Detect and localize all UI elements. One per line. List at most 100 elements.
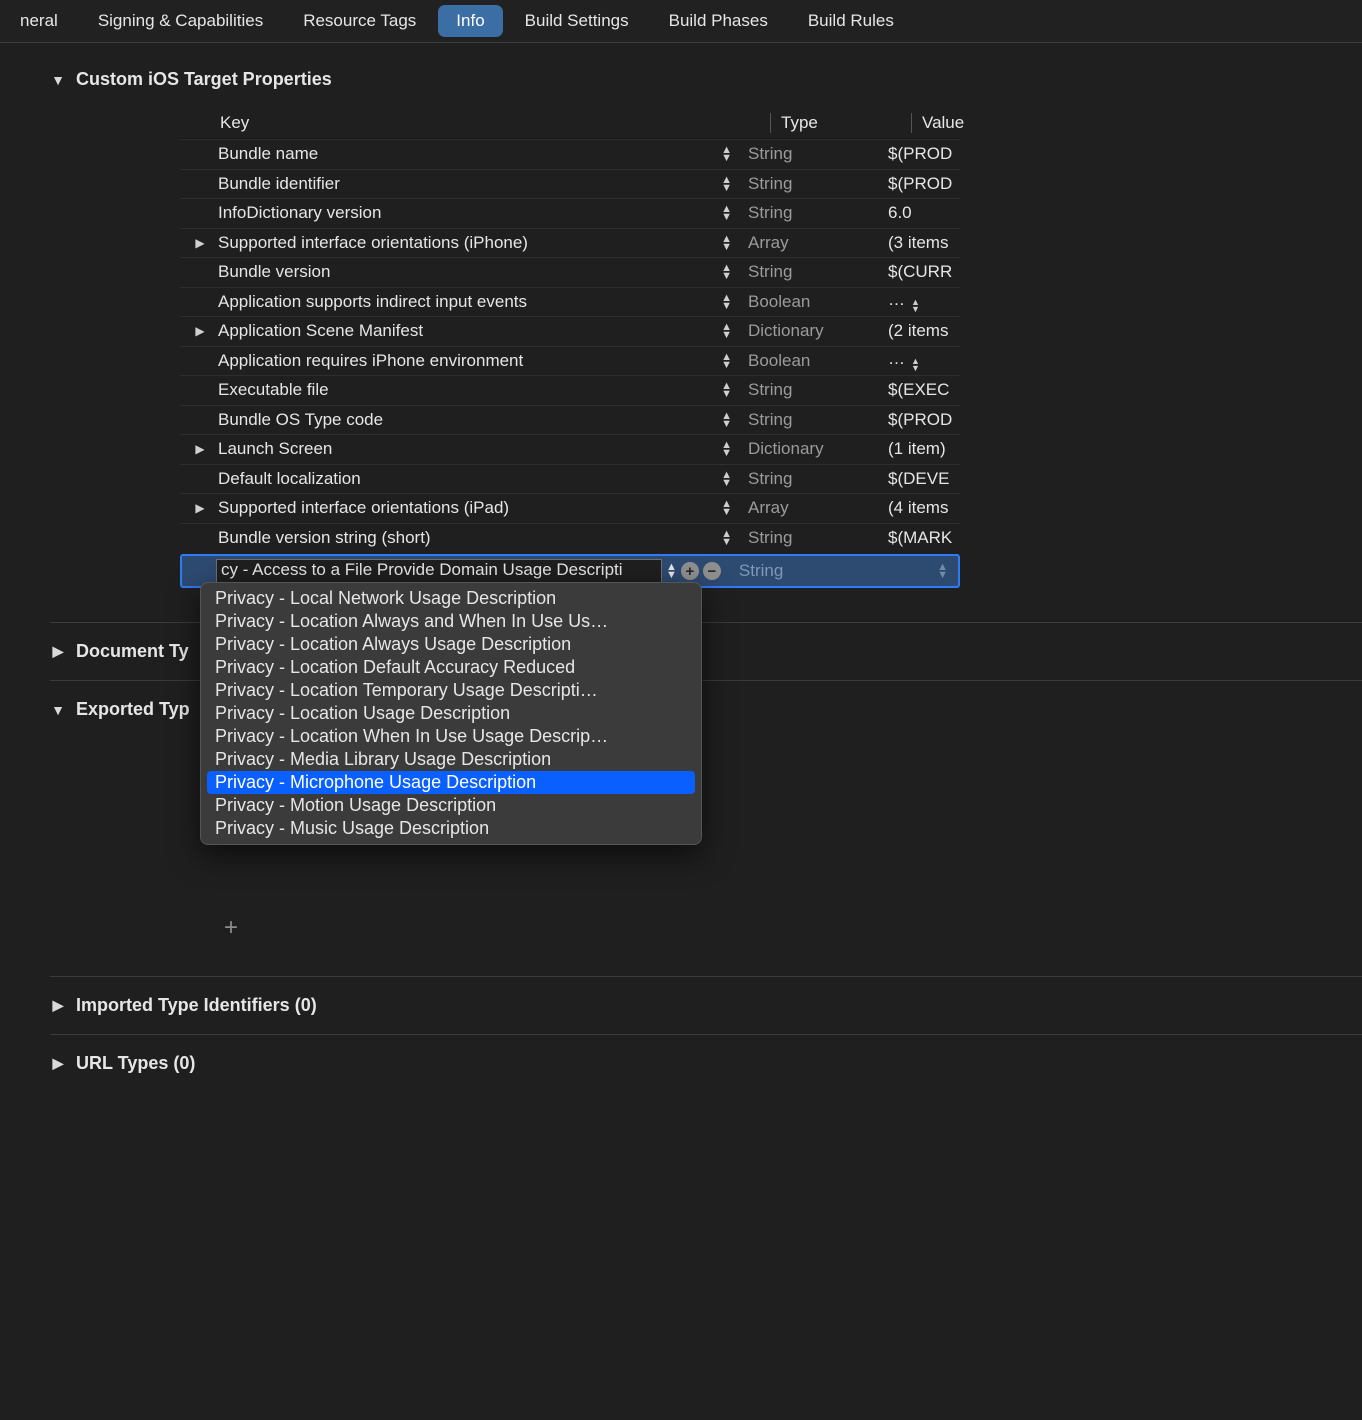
dropdown-item[interactable]: Privacy - Motion Usage Description [201, 794, 701, 817]
type-label: String [738, 469, 878, 489]
dropdown-item[interactable]: Privacy - Media Library Usage Descriptio… [201, 748, 701, 771]
chevron-right-icon: ▶ [50, 997, 66, 1014]
plist-row[interactable]: Bundle identifier ▲▼ String$(PROD [180, 169, 960, 199]
tab-signing-capabilities[interactable]: Signing & Capabilities [80, 5, 281, 37]
type-label: Array [738, 233, 878, 253]
key-label: Supported interface orientations (iPad) [218, 498, 509, 518]
plist-row[interactable]: ▶ Supported interface orientations (iPhon… [180, 228, 960, 258]
dropdown-item[interactable]: Privacy - Location When In Use Usage Des… [201, 725, 701, 748]
add-row-icon[interactable]: + [681, 562, 699, 580]
key-stepper-icon[interactable]: ▲▼ [721, 441, 732, 457]
key-stepper-icon[interactable]: ▲▼ [721, 530, 732, 546]
type-label: String [738, 380, 878, 400]
dropdown-item[interactable]: Privacy - Location Usage Description [201, 702, 701, 725]
chevron-right-icon[interactable]: ▶ [188, 324, 212, 338]
key-stepper-icon[interactable]: ▲▼ [721, 146, 732, 162]
key-stepper-icon[interactable]: ▲▼ [721, 205, 732, 221]
key-stepper-icon[interactable]: ▲▼ [721, 294, 732, 310]
value-label: $(PROD [878, 410, 960, 430]
plist-row[interactable]: Bundle version string (short) ▲▼ String$(M… [180, 523, 960, 553]
plist-row[interactable]: Bundle OS Type code ▲▼ String$(PROD [180, 405, 960, 435]
key-label: Bundle version [218, 262, 330, 282]
column-type[interactable]: Type [770, 113, 911, 133]
plist-row[interactable]: InfoDictionary version▲▼String6.0 [180, 198, 960, 228]
plist-row[interactable]: Bundle version▲▼String$(CURR [180, 257, 960, 287]
key-label: Bundle OS Type code [218, 410, 383, 430]
plist-row[interactable]: ▶Launch Screen▲▼Dictionary(1 item) [180, 434, 960, 464]
section-label: Document Ty [76, 641, 189, 662]
chevron-right-icon[interactable]: ▶ [188, 442, 212, 456]
value-label: …▲▼ [878, 349, 960, 372]
type-label: String [738, 410, 878, 430]
key-stepper-icon[interactable]: ▲▼ [666, 563, 677, 579]
plist-row[interactable]: Bundle name▲▼String$(PROD [180, 139, 960, 169]
key-stepper-icon[interactable]: ▲▼ [721, 353, 732, 369]
column-key[interactable]: Key [180, 113, 770, 133]
dropdown-item[interactable]: Privacy - Location Temporary Usage Descr… [201, 679, 701, 702]
key-label: Launch Screen [218, 439, 332, 459]
key-stepper-icon[interactable]: ▲▼ [721, 264, 732, 280]
tab-general[interactable]: neral [2, 5, 76, 37]
chevron-right-icon[interactable]: ▶ [188, 501, 212, 515]
plist-row[interactable]: Default localization ▲▼ String$(DEVE [180, 464, 960, 494]
value-label: $(MARK [878, 528, 960, 548]
dropdown-item[interactable]: Privacy - Location Always and When In Us… [201, 610, 701, 633]
key-input[interactable]: cy - Access to a File Provide Domain Usa… [216, 559, 662, 583]
key-label: Application supports indirect input even… [218, 292, 527, 312]
value-stepper-icon[interactable]: ▲▼ [911, 358, 920, 372]
dropdown-item[interactable]: Privacy - Location Default Accuracy Redu… [201, 656, 701, 679]
key-stepper-icon[interactable]: ▲▼ [721, 471, 732, 487]
tab-build-rules[interactable]: Build Rules [790, 5, 912, 37]
key-label: Default localization [218, 469, 361, 489]
key-label: Bundle version string (short) [218, 528, 431, 548]
tab-build-settings[interactable]: Build Settings [507, 5, 647, 37]
value-label: $(DEVE [878, 469, 960, 489]
plist-row[interactable]: Application supports indirect input even… [180, 287, 960, 317]
section-label: Imported Type Identifiers (0) [76, 995, 317, 1016]
type-label[interactable]: String [739, 561, 937, 581]
chevron-right-icon: ▶ [50, 643, 66, 660]
dropdown-item[interactable]: Privacy - Local Network Usage Descriptio… [201, 587, 701, 610]
plist-row[interactable]: Application requires iPhone environment ▲… [180, 346, 960, 376]
plist-row[interactable]: ▶ Supported interface orientations (iPad)… [180, 493, 960, 523]
dropdown-item[interactable]: Privacy - Microphone Usage Description [207, 771, 695, 794]
type-label: Array [738, 498, 878, 518]
add-button[interactable]: + [224, 914, 1362, 942]
key-label: InfoDictionary version [218, 203, 381, 223]
value-stepper-icon[interactable]: ▲▼ [911, 299, 920, 313]
plist-row[interactable]: Executable file▲▼String$(EXEC [180, 375, 960, 405]
value-label: …▲▼ [878, 290, 960, 313]
chevron-right-icon: ▶ [50, 1055, 66, 1072]
type-stepper-icon[interactable]: ▲▼ [937, 563, 948, 579]
dropdown-item[interactable]: Privacy - Music Usage Description [201, 817, 701, 840]
section-title: Custom iOS Target Properties [76, 69, 332, 90]
value-label: (3 items [878, 233, 960, 253]
key-label: Supported interface orientations (iPhone… [218, 233, 528, 253]
type-label: String [738, 144, 878, 164]
key-label: Application requires iPhone environment [218, 351, 523, 371]
value-label: $(PROD [878, 174, 960, 194]
tab-build-phases[interactable]: Build Phases [651, 5, 786, 37]
type-label: Dictionary [738, 321, 878, 341]
tab-resource-tags[interactable]: Resource Tags [285, 5, 434, 37]
section-url-types[interactable]: ▶ URL Types (0) [50, 1034, 1362, 1092]
key-label: Bundle identifier [218, 174, 340, 194]
remove-row-icon[interactable]: − [703, 562, 721, 580]
key-stepper-icon[interactable]: ▲▼ [721, 382, 732, 398]
key-stepper-icon[interactable]: ▲▼ [721, 500, 732, 516]
dropdown-item[interactable]: Privacy - Location Always Usage Descript… [201, 633, 701, 656]
key-stepper-icon[interactable]: ▲▼ [721, 235, 732, 251]
key-stepper-icon[interactable]: ▲▼ [721, 412, 732, 428]
type-label: String [738, 174, 878, 194]
column-value[interactable]: Value [911, 113, 964, 133]
key-stepper-icon[interactable]: ▲▼ [721, 176, 732, 192]
key-label: Application Scene Manifest [218, 321, 423, 341]
plist-row[interactable]: ▶Application Scene Manifest▲▼Dictionary(… [180, 316, 960, 346]
section-imported-type-identifiers[interactable]: ▶ Imported Type Identifiers (0) [50, 976, 1362, 1034]
section-custom-ios-target-properties[interactable]: ▼ Custom iOS Target Properties [50, 69, 1362, 90]
tab-info[interactable]: Info [438, 5, 502, 37]
key-stepper-icon[interactable]: ▲▼ [721, 323, 732, 339]
chevron-right-icon[interactable]: ▶ [188, 236, 212, 250]
type-label: String [738, 528, 878, 548]
key-autocomplete-dropdown[interactable]: Privacy - Local Network Usage Descriptio… [200, 582, 702, 845]
